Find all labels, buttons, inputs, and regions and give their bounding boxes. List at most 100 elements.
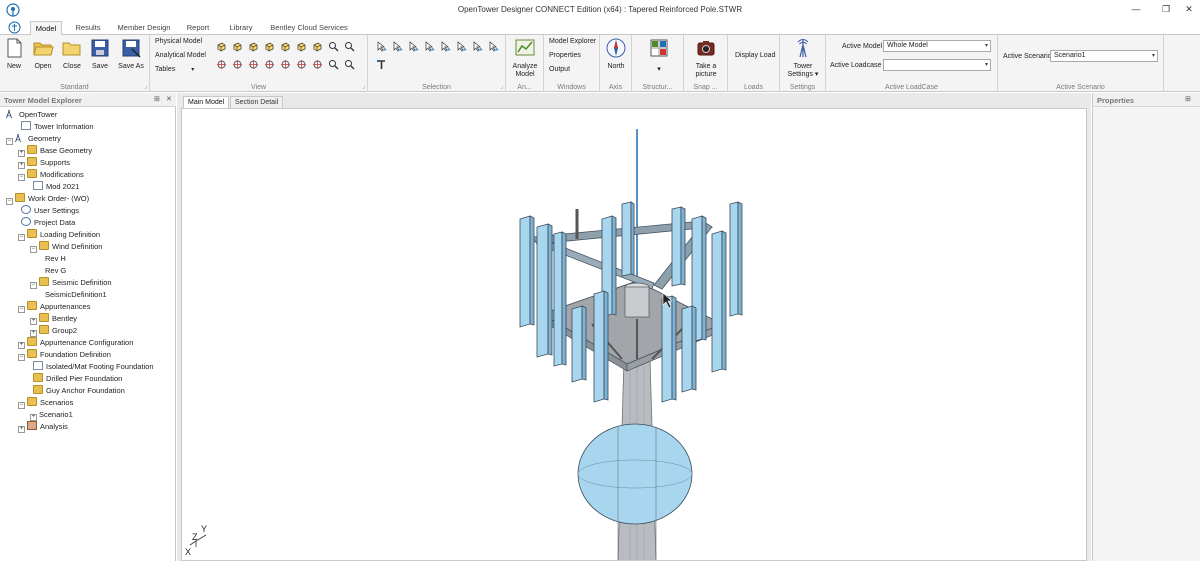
pan-right-icon[interactable] bbox=[232, 59, 243, 70]
tree-wind-definition[interactable]: − Wind Definition bbox=[30, 241, 102, 253]
back-view-icon[interactable] bbox=[248, 41, 259, 52]
left-view-icon[interactable] bbox=[264, 41, 275, 52]
standard-expand-icon[interactable]: ⌟ bbox=[144, 83, 147, 90]
tree-work-order[interactable]: − Work Order- (WO) bbox=[6, 193, 89, 205]
collapse-icon[interactable]: − bbox=[18, 402, 25, 409]
tree-rev-g[interactable]: Rev G bbox=[42, 265, 66, 277]
tab-section-detail[interactable]: Section Detail bbox=[230, 96, 284, 108]
tree-user-settings[interactable]: User Settings bbox=[18, 205, 79, 217]
tree-seismic-definition-1[interactable]: SeismicDefinition1 bbox=[42, 289, 107, 301]
tree-appurtenances[interactable]: − Appurtenances bbox=[18, 301, 90, 313]
close-window-button[interactable]: ✕ bbox=[1176, 2, 1200, 16]
collapse-icon[interactable]: − bbox=[6, 138, 13, 145]
tree-scenario1[interactable]: + Scenario1 bbox=[30, 409, 73, 421]
close-button[interactable]: Close bbox=[59, 37, 85, 71]
tree-modifications[interactable]: − Modifications bbox=[18, 169, 84, 181]
select-leg-icon[interactable] bbox=[424, 41, 435, 52]
select-appurtenance-icon[interactable] bbox=[488, 41, 499, 52]
pan-down-icon[interactable] bbox=[264, 59, 275, 70]
expand-icon[interactable]: + bbox=[18, 426, 25, 433]
tree-analysis[interactable]: + Analysis bbox=[18, 421, 68, 433]
select-node-icon[interactable] bbox=[376, 41, 387, 52]
collapse-icon[interactable]: − bbox=[18, 234, 25, 241]
zoom-extents-icon[interactable] bbox=[344, 41, 355, 52]
tree-geometry[interactable]: − Å Geometry bbox=[6, 133, 61, 145]
tree-mod-2021[interactable]: Mod 2021 bbox=[30, 181, 79, 193]
analyze-model-button[interactable]: Analyze Model bbox=[509, 37, 541, 79]
tree-appurtenance-configuration[interactable]: + Appurtenance Configuration bbox=[18, 337, 133, 349]
tree-project-data[interactable]: Project Data bbox=[18, 217, 75, 229]
iso-view-icon[interactable] bbox=[216, 41, 227, 52]
tab-results[interactable]: Results bbox=[70, 21, 106, 35]
tab-library[interactable]: Library bbox=[222, 21, 260, 35]
properties-button[interactable]: Properties bbox=[549, 52, 581, 59]
output-button[interactable]: Output bbox=[549, 66, 570, 73]
tree-seismic-definition[interactable]: − Seismic Definition bbox=[30, 277, 112, 289]
tree-loading-definition[interactable]: − Loading Definition bbox=[18, 229, 100, 241]
tower-settings-button[interactable]: Tower Settings ▾ bbox=[783, 37, 823, 79]
active-model-select[interactable]: Whole Model ▾ bbox=[883, 40, 991, 52]
pan-up-icon[interactable] bbox=[248, 59, 259, 70]
display-load-button[interactable]: Display Load bbox=[735, 52, 775, 59]
properties-pin-icon[interactable]: ⊞ bbox=[1185, 95, 1191, 103]
tab-main-model[interactable]: Main Model bbox=[183, 96, 230, 108]
tree-guy-anchor[interactable]: Guy Anchor Foundation bbox=[30, 385, 125, 397]
tree-supports[interactable]: + Supports bbox=[18, 157, 70, 169]
select-redundant-icon[interactable] bbox=[472, 41, 483, 52]
tab-report[interactable]: Report bbox=[180, 21, 216, 35]
zoom-window-icon[interactable] bbox=[328, 41, 339, 52]
model-viewport[interactable]: Y Z X bbox=[181, 108, 1087, 561]
take-picture-button[interactable]: Take a picture bbox=[689, 37, 723, 79]
rotate-right-icon[interactable] bbox=[296, 59, 307, 70]
structure-dropdown[interactable]: ▾ bbox=[646, 37, 672, 74]
tree-opentower[interactable]: Å OpenTower bbox=[6, 109, 57, 121]
tab-bentley-cloud-services[interactable]: Bentley Cloud Services bbox=[266, 21, 352, 35]
expand-icon[interactable]: + bbox=[18, 162, 25, 169]
selection-expand-icon[interactable]: ⌟ bbox=[500, 83, 503, 90]
collapse-icon[interactable]: − bbox=[18, 174, 25, 181]
tab-member-design[interactable]: Member Design bbox=[112, 21, 176, 35]
tab-model[interactable]: Model bbox=[30, 21, 62, 36]
tree-tower-information[interactable]: Tower Information bbox=[18, 121, 94, 133]
pin-icon[interactable]: ⊞ bbox=[154, 95, 160, 103]
rotate-left-icon[interactable] bbox=[280, 59, 291, 70]
active-loadcase-select[interactable]: ▾ bbox=[883, 59, 991, 71]
physical-model-button[interactable]: Physical Model bbox=[155, 38, 202, 45]
tree-rev-h[interactable]: Rev H bbox=[42, 253, 66, 265]
collapse-icon[interactable]: − bbox=[30, 282, 37, 289]
north-button[interactable]: North bbox=[603, 37, 629, 71]
model-explorer-button[interactable]: Model Explorer bbox=[549, 38, 596, 45]
tree-base-geometry[interactable]: + Base Geometry bbox=[18, 145, 92, 157]
zoom-in-icon[interactable] bbox=[328, 59, 339, 70]
tree-group2[interactable]: + Group2 bbox=[30, 325, 77, 337]
collapse-icon[interactable]: − bbox=[30, 246, 37, 253]
pan-left-icon[interactable] bbox=[216, 59, 227, 70]
front-view-icon[interactable] bbox=[232, 41, 243, 52]
tree-isolated-mat-footing[interactable]: Isolated/Mat Footing Foundation bbox=[30, 361, 154, 373]
tree-foundation-definition[interactable]: − Foundation Definition bbox=[18, 349, 111, 361]
select-horizontal-icon[interactable] bbox=[456, 41, 467, 52]
app-menu-icon[interactable] bbox=[8, 21, 21, 34]
expand-icon[interactable]: + bbox=[18, 342, 25, 349]
active-scenario-select[interactable]: Scenario1 ▾ bbox=[1050, 50, 1158, 62]
collapse-icon[interactable]: − bbox=[18, 306, 25, 313]
tree-bentley[interactable]: + Bentley bbox=[30, 313, 77, 325]
close-panel-icon[interactable]: ✕ bbox=[166, 95, 172, 103]
tower-3d-model[interactable]: Y Z X bbox=[182, 109, 1087, 561]
collapse-icon[interactable]: − bbox=[6, 198, 13, 205]
save-as-button[interactable]: Save As bbox=[116, 37, 146, 71]
tree-scenarios[interactable]: − Scenarios bbox=[18, 397, 73, 409]
right-view-icon[interactable] bbox=[280, 41, 291, 52]
expand-icon[interactable]: + bbox=[30, 330, 37, 337]
expand-icon[interactable]: + bbox=[30, 414, 37, 421]
save-button[interactable]: Save bbox=[88, 37, 112, 71]
view-expand-icon[interactable]: ⌟ bbox=[362, 83, 365, 90]
analytical-model-button[interactable]: Analytical Model bbox=[155, 52, 206, 59]
minimize-button[interactable]: — bbox=[1123, 2, 1149, 16]
select-member-icon[interactable] bbox=[392, 41, 403, 52]
open-button[interactable]: Open bbox=[30, 37, 56, 71]
text-tool-icon[interactable] bbox=[376, 59, 387, 70]
expand-icon[interactable]: + bbox=[30, 318, 37, 325]
zoom-out-icon[interactable] bbox=[344, 59, 355, 70]
select-panel-icon[interactable] bbox=[408, 41, 419, 52]
